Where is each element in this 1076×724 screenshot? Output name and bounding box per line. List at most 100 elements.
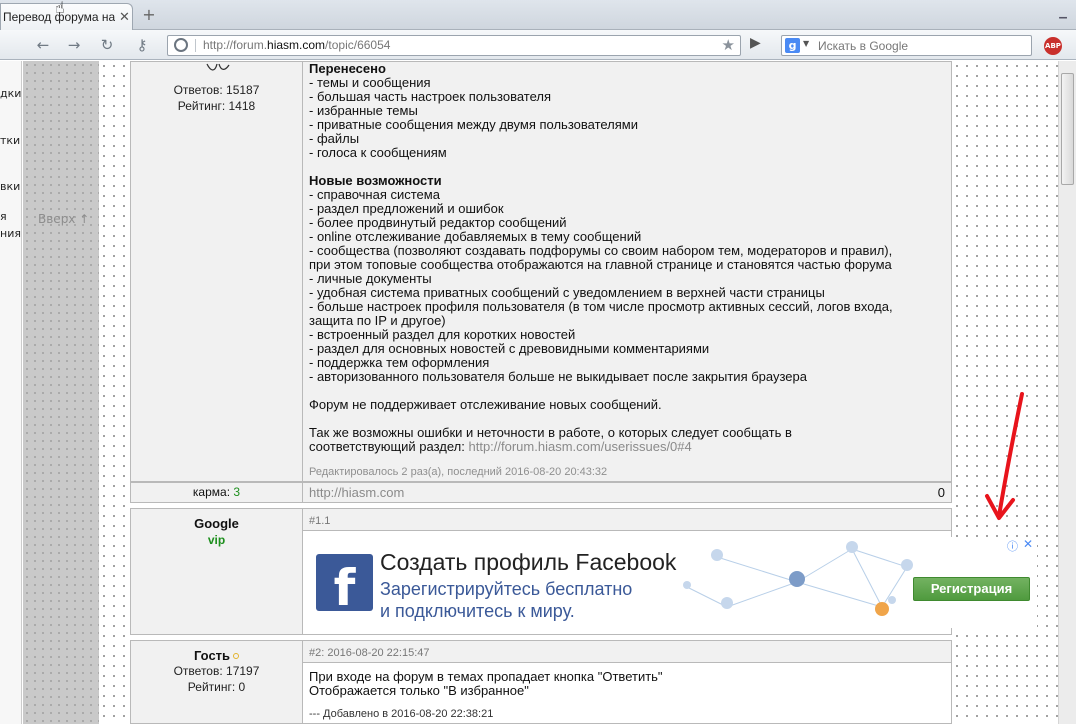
page-scrollbar[interactable] [1058, 61, 1076, 724]
post-line: Форум не поддерживает отслеживание новых… [309, 397, 662, 412]
author-name[interactable]: Гость [194, 648, 230, 663]
facebook-ad-banner[interactable]: f Создать профиль Facebook Зарегистрируй… [307, 537, 1037, 628]
up-scroll-strip[interactable] [23, 61, 99, 724]
navigation-toolbar: ← → ↻ ⚷ http://forum.hiasm.com/topic/660… [0, 30, 1076, 60]
url-prefix: http://forum. [203, 38, 268, 52]
userissues-link[interactable]: http://forum.hiasm.com/userissues/0#4 [468, 439, 691, 454]
forward-icon[interactable]: → [64, 35, 84, 55]
post-line: При входе на форум в темах пропадает кно… [309, 669, 663, 684]
chevron-down-icon[interactable]: ▼ [803, 39, 809, 48]
hand-cursor-icon: ☝ [55, 0, 65, 17]
side-panel-item[interactable]: ния [0, 227, 21, 240]
post-line: - более продвинутый редактор сообщений [309, 215, 567, 230]
ad-subtitle-line: Зарегистрируйтесь бесплатно [380, 579, 633, 599]
post-author-cell: Google vip [130, 508, 303, 635]
post-line: - файлы [309, 131, 360, 146]
reload-icon[interactable]: ↻ [97, 35, 117, 55]
post-body: При входе на форум в темах пропадает кно… [302, 662, 952, 724]
post-line [309, 160, 945, 174]
author-rating: Рейтинг: 0 [187, 680, 246, 694]
post-number[interactable]: #2: 2016-08-20 22:15:47 [309, 647, 430, 659]
post-heading: Перенесено [309, 61, 386, 76]
karma-value[interactable]: 3 [233, 485, 240, 499]
post-line: соответствующий раздел: http://forum.hia… [309, 439, 692, 454]
post-author-cell: Ответов: 15187 Рейтинг: 1418 [130, 61, 303, 482]
vote-count[interactable]: 0 [938, 483, 945, 502]
karma-label: карма: [192, 485, 234, 499]
ad-title[interactable]: Создать профиль Facebook [380, 549, 676, 576]
google-icon[interactable]: g [785, 38, 800, 53]
back-icon[interactable]: ← [33, 35, 53, 55]
adblock-icon[interactable]: ABP [1044, 37, 1062, 55]
side-panel-item[interactable]: дки [0, 87, 21, 100]
ad-subtitle-line: и подключитесь к миру. [380, 601, 575, 621]
post-line [309, 384, 945, 398]
author-name[interactable]: Google [131, 516, 302, 531]
post-heading: Новые возможности [309, 173, 442, 188]
post-text: Перенесено - темы и сообщения - большая ча… [309, 62, 945, 454]
url-text: http://forum.hiasm.com/topic/66054 [203, 38, 390, 52]
annotation-arrow [985, 392, 1024, 520]
author-replies: Ответов: 17197 [173, 664, 260, 678]
ad-subtitle[interactable]: Зарегистрируйтесь бесплатно и подключите… [380, 578, 632, 622]
avatar-fragment-icon [206, 63, 230, 71]
signature-link[interactable]: http://hiasm.com [309, 485, 404, 500]
register-button[interactable]: Регистрация [913, 577, 1030, 601]
post-line: - сообщества (позволяют создавать подфор… [309, 243, 893, 258]
window-minimize-icon[interactable]: ▁ [1056, 8, 1070, 20]
post-line: - больше настроек профиля пользователя (… [309, 299, 893, 314]
new-tab-button[interactable]: + [140, 6, 158, 24]
side-panel-item[interactable]: тки [0, 134, 20, 147]
search-placeholder: Искать в Google [818, 39, 909, 53]
side-panel-item[interactable]: я [0, 210, 7, 223]
post-line: - темы и сообщения [309, 75, 431, 90]
post-number[interactable]: #1.1 [309, 515, 330, 527]
karma-cell: карма: 3 [130, 482, 303, 503]
added-note: --- Добавлено в 2016-08-20 22:38:21 [309, 708, 494, 720]
post-line: - избранные темы [309, 103, 418, 118]
page-background-left [99, 61, 130, 724]
post-line: - удобная система приватных сообщений с … [309, 285, 825, 300]
vip-badge: vip [207, 533, 226, 547]
post-body: Перенесено - темы и сообщения - большая ча… [302, 61, 952, 482]
ad-close-icon[interactable]: ✕ [1023, 537, 1033, 551]
side-panel-item[interactable]: вки [0, 180, 20, 193]
post-line: - приватные сообщения между двумя пользо… [309, 117, 639, 132]
author-rating: Рейтинг: 1418 [177, 99, 256, 113]
post-line: - авторизованного пользователя больше не… [309, 369, 807, 384]
tab-close-icon[interactable]: ✕ [119, 10, 130, 25]
search-bar[interactable]: g ▼ Искать в Google [781, 35, 1032, 56]
signature-cell: http://hiasm.com 0 [302, 482, 952, 503]
edit-note: Редактировалось 2 раз(а), последний 2016… [309, 466, 608, 478]
post-line: - раздел предложений и ошибок [309, 201, 504, 216]
avatar [131, 62, 302, 82]
post-meta-bar: #2: 2016-08-20 22:15:47 [302, 640, 952, 663]
post-line: при этом топовые сообщества отображаются… [309, 257, 892, 272]
post-line [309, 412, 945, 426]
url-path: /topic/66054 [325, 38, 391, 52]
url-separator [195, 39, 196, 52]
globe-icon [174, 38, 188, 52]
author-replies: Ответов: 15187 [173, 83, 260, 97]
online-status-icon [233, 653, 240, 659]
go-arrow-icon[interactable]: ▶ [750, 35, 761, 51]
address-bar[interactable]: http://forum.hiasm.com/topic/66054 ★ [167, 35, 741, 56]
post-line: - большая часть настроек пользователя [309, 89, 552, 104]
key-icon[interactable]: ⚷ [130, 35, 154, 55]
post-meta-bar: #1.1 [302, 508, 952, 531]
scrollbar-thumb[interactable] [1061, 73, 1074, 185]
browser-tab[interactable]: Перевод форума на но... ✕ [0, 3, 133, 30]
post-line: - встроенный раздел для коротких новосте… [309, 327, 576, 342]
bookmark-star-icon[interactable]: ★ [722, 36, 735, 54]
post-line: - раздел для основных новостей с древови… [309, 341, 710, 356]
left-side-panel: дки тки вки я ния [0, 61, 22, 724]
post-line: Так же возможны ошибки и неточности в ра… [309, 425, 792, 440]
post-line: - голоса к сообщениям [309, 145, 447, 160]
tab-bar: Перевод форума на но... ✕ + ▁ ☝ [0, 0, 1076, 30]
post-line: - личные документы [309, 271, 432, 286]
url-domain: hiasm.com [267, 38, 326, 52]
scroll-up-link[interactable]: Вверх ↑ [38, 212, 89, 226]
ad-info-icon[interactable]: ⓘ [1007, 538, 1018, 554]
post-line: - поддержка тем оформления [309, 355, 490, 370]
facebook-logo-icon[interactable]: f [316, 554, 373, 611]
